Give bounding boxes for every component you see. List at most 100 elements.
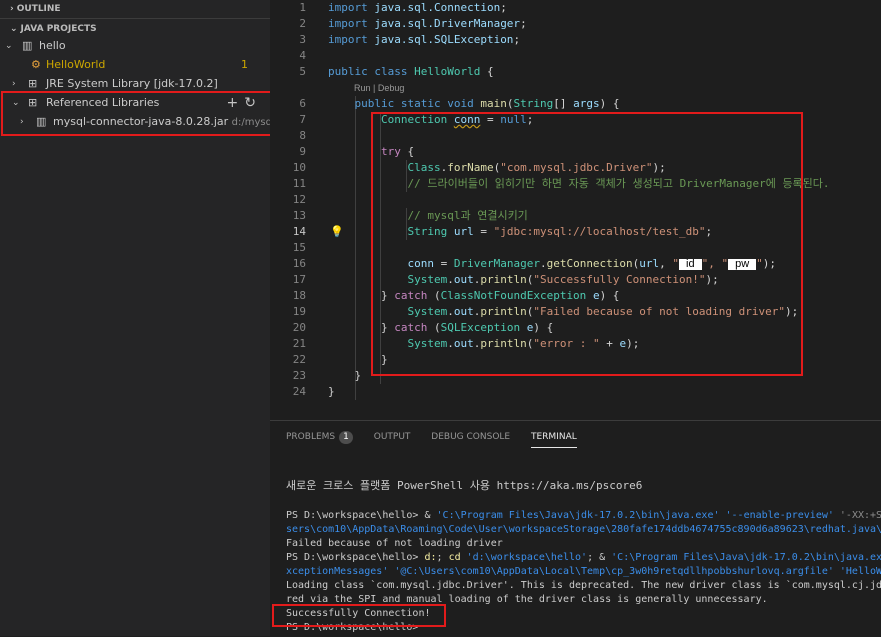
token: main [480,97,507,110]
terminal-line: PS D:\workspace\hello> d:; cd 'd:\worksp… [286,551,881,565]
java-projects-title: JAVA PROJECTS [20,24,97,34]
prompt: PS D:\workspace\hello> [286,510,425,521]
token: 'C:\Program Files\Java\jdk-17.0.2\bin\ja… [436,510,726,521]
java-class-icon: ⚙ [31,58,41,71]
tree-item-hello-project[interactable]: ⌄ ▥ hello [0,37,270,55]
token: class [374,65,415,78]
token: java.sql.DriverManager [374,17,521,30]
line-number: 23 [292,369,306,382]
code-line: 2 import java.sql.DriverManager; [270,16,881,32]
code-line: 4 [270,48,881,64]
terminal-line: PS D:\workspace\hello> & 'C:\Program Fil… [286,509,881,523]
token: ; [436,552,449,563]
line-number: 2 [299,17,306,30]
code-line: 5 public class HelloWorld { [270,64,881,80]
code-text: public class HelloWorld { [328,65,494,78]
token: 'd:\workspace\hello' [466,552,588,563]
token: cd [448,552,467,563]
token: d: [424,552,437,563]
code-text: import java.sql.SQLException; [328,33,521,46]
line-number: 10 [292,161,306,174]
run-debug-codelens[interactable]: Run | Debug [354,81,404,95]
prompt: PS D:\workspace\hello> [286,552,425,563]
line-number: 9 [299,145,306,158]
line-number: 21 [292,337,306,350]
code-text: } [328,369,362,382]
line-number: 18 [292,289,306,302]
line-number: 5 [299,65,306,78]
token: java.sql.Connection [374,1,501,14]
token: xceptionMessages' '@C:\Users\com10\AppDa… [286,566,881,577]
token: public [354,97,401,110]
terminal-line: sers\com10\AppData\Roaming\Code\User\wor… [286,523,881,537]
tab-terminal[interactable]: TERMINAL [530,427,577,448]
token: void [447,97,481,110]
code-text: } [328,385,335,398]
token: static [400,97,448,110]
java-projects-section-header[interactable]: ⌄ JAVA PROJECTS [0,20,270,38]
line-number: 16 [292,257,306,270]
tab-output[interactable]: OUTPUT [374,427,411,447]
code-text: import java.sql.Connection; [328,1,507,14]
token: import [328,33,375,46]
tab-debug-console[interactable]: DEBUG CONSOLE [431,427,510,447]
line-number: 11 [292,177,306,190]
token: sers\com10\AppData\Roaming\Code\User\wor… [286,524,881,535]
terminal-line: Failed because of not loading driver [286,538,503,549]
tab-problems[interactable]: PROBLEMS 1 [286,427,353,447]
token: '-XX:+S [839,510,881,521]
line-number: 4 [299,49,306,62]
token: public [328,65,375,78]
tab-label: PROBLEMS [286,432,336,442]
token: import [328,1,375,14]
token: 'C:\Program Files\Java\jdk-17.0.2\bin\ja… [611,552,881,563]
token: import [328,17,375,30]
line-number: 12 [292,193,306,206]
chevron-down-icon: ⌄ [5,41,13,51]
code-editor[interactable]: 1 import java.sql.Connection; 2 import jav… [270,0,881,410]
code-line: 3 import java.sql.SQLException; [270,32,881,48]
code-line: 6 public static void main(String[] args)… [270,96,881,112]
token: HelloWorld [414,65,481,78]
tree-item-label: HelloWorld [46,58,106,71]
line-number: 19 [292,305,306,318]
terminal-line: xceptionMessages' '@C:\Users\com10\AppDa… [286,565,881,579]
line-number: 14 [292,225,306,238]
problems-count-badge: 1 [339,431,353,444]
panel-tabs: PROBLEMS 1 OUTPUT DEBUG CONSOLE TERMINAL [286,427,595,449]
outline-section-header[interactable]: › OUTLINE [0,0,270,19]
project-icon: ▥ [22,39,33,52]
token: '--enable-preview' [725,510,840,521]
line-number: 1 [299,1,306,14]
highlight-box-code [371,112,803,376]
line-number: 3 [299,33,306,46]
line-number: 24 [292,385,306,398]
line-number: 8 [299,129,306,142]
line-number: 7 [299,113,306,126]
highlight-box-terminal-output [272,604,446,627]
terminal-line: Loading class `com.mysql.jdbc.Driver'. T… [286,580,881,591]
line-number: 20 [292,321,306,334]
tree-item-helloworld[interactable]: ⚙ HelloWorld 1 [0,56,270,74]
tree-item-label: hello [39,39,66,52]
problem-count-badge: 1 [241,58,248,71]
token: java.sql.SQLException [374,33,514,46]
chevron-right-icon: › [10,4,14,14]
code-text: import java.sql.DriverManager; [328,17,527,30]
token: String [513,97,554,110]
line-number: 17 [292,273,306,286]
line-number: 6 [299,97,306,110]
token: & [424,510,437,521]
line-number: 22 [292,353,306,366]
line-number: 13 [292,209,306,222]
highlight-box-libraries [1,91,273,136]
code-text: public static void main(String[] args) { [354,97,620,110]
line-number: 15 [292,241,306,254]
terminal-line: 새로운 크로스 플랫폼 PowerShell 사용 https://aka.ms… [286,479,643,492]
outline-title: OUTLINE [16,4,61,14]
code-line: 1 import java.sql.Connection; [270,0,881,16]
chevron-down-icon: ⌄ [10,24,18,34]
token: ; & [587,552,612,563]
code-line: 24} [270,384,881,400]
token: args [573,97,600,110]
